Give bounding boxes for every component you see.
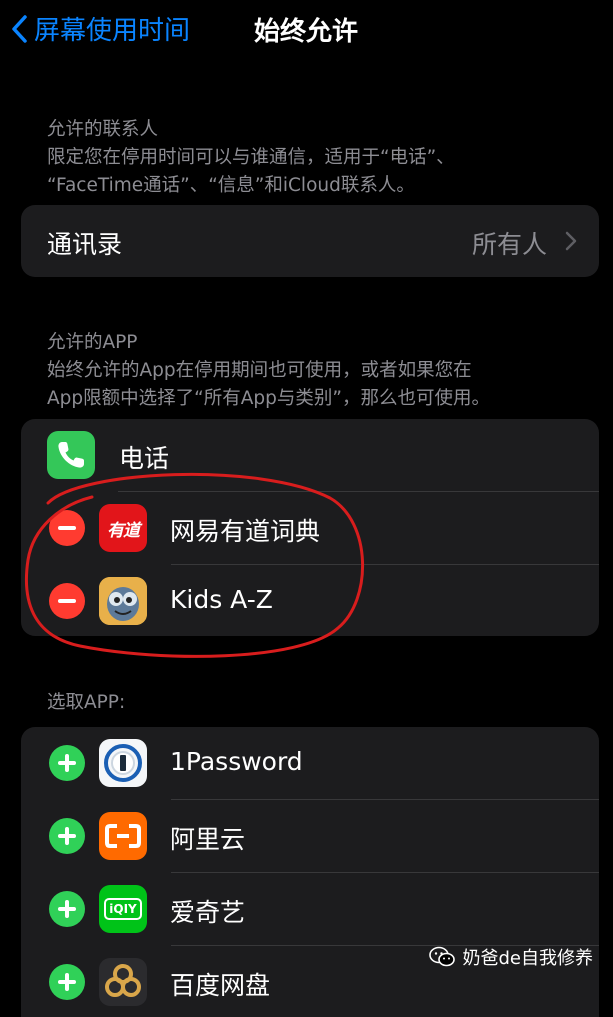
- watermark: 奶爸de自我修养: [428, 944, 594, 970]
- contacts-section-desc-line1: 限定您在停用时间可以与谁通信，适用于“电话”、: [47, 147, 455, 168]
- add-button[interactable]: [49, 818, 85, 854]
- app-label: 电话: [119, 444, 170, 473]
- baidu-netdisk-app-icon: [99, 958, 147, 1006]
- aliyun-logo-icon: [105, 824, 141, 848]
- watermark-text: 奶爸de自我修养: [462, 948, 594, 969]
- list-item[interactable]: 1Password: [21, 727, 599, 800]
- add-button[interactable]: [49, 964, 85, 1000]
- list-item[interactable]: iQIY 爱奇艺: [21, 873, 599, 946]
- contacts-row-value: 所有人: [471, 230, 547, 259]
- app-label: 百度网盘: [170, 971, 271, 1000]
- plus-icon: [58, 754, 76, 772]
- choose-apps-title: 选取APP:: [47, 692, 126, 713]
- app-label: Kids A-Z: [170, 585, 273, 614]
- app-label: 网易有道词典: [170, 517, 321, 546]
- app-label: 1Password: [170, 747, 303, 776]
- page-title: 始终允许: [254, 17, 359, 47]
- 1password-app-icon: [99, 739, 147, 787]
- back-button-label: 屏幕使用时间: [34, 16, 191, 46]
- contacts-section-title: 允许的联系人: [47, 119, 159, 140]
- robot-icon: [99, 577, 147, 625]
- choose-apps-list: 1Password 阿里云 iQIY 爱奇艺 百度网盘: [21, 727, 599, 1017]
- add-button[interactable]: [49, 745, 85, 781]
- remove-button[interactable]: [49, 510, 85, 546]
- navigation-bar: 屏幕使用时间 始终允许: [0, 0, 613, 60]
- allowed-apps-section-header: 允许的APP 始终允许的App在停用期间也可使用，或者如果您在 App限额中选择…: [47, 329, 490, 413]
- remove-button[interactable]: [49, 583, 85, 619]
- contacts-row-label: 通讯录: [47, 230, 123, 259]
- allowed-apps-desc-line2: App限额中选择了“所有App与类别”，那么也可使用。: [47, 388, 490, 409]
- list-item[interactable]: Kids A-Z: [21, 565, 599, 636]
- aliyun-app-icon: [99, 812, 147, 860]
- choose-apps-section-header: 选取APP:: [47, 689, 125, 717]
- app-label: 阿里云: [170, 825, 246, 854]
- plus-icon: [58, 900, 76, 918]
- youdao-app-icon: 有道: [99, 504, 147, 552]
- list-item[interactable]: 阿里云: [21, 800, 599, 873]
- allowed-apps-title: 允许的APP: [47, 332, 138, 353]
- chevron-right-icon: [565, 231, 577, 251]
- contacts-section-desc-line2: “FaceTime通话”、“信息”和iCloud联系人。: [47, 175, 415, 196]
- contacts-section-header: 允许的联系人 限定您在停用时间可以与谁通信，适用于“电话”、 “FaceTime…: [47, 116, 455, 200]
- minus-icon: [58, 599, 76, 603]
- list-item[interactable]: 电话: [21, 419, 599, 492]
- wechat-icon: [428, 946, 455, 967]
- add-button[interactable]: [49, 891, 85, 927]
- iqiyi-icon-text: iQIY: [104, 898, 142, 920]
- phone-icon: [58, 442, 84, 468]
- plus-icon: [58, 973, 76, 991]
- allowed-apps-desc-line1: 始终允许的App在停用期间也可使用，或者如果您在: [47, 360, 472, 381]
- list-item[interactable]: 有道 网易有道词典: [21, 492, 599, 565]
- phone-app-icon: [47, 431, 95, 479]
- app-label: 爱奇艺: [170, 898, 246, 927]
- allowed-apps-list: 电话 有道 网易有道词典 Kids A-Z: [21, 419, 599, 636]
- iqiyi-app-icon: iQIY: [99, 885, 147, 933]
- minus-icon: [58, 526, 76, 530]
- back-button[interactable]: 屏幕使用时间: [10, 10, 190, 47]
- baidu-netdisk-logo-icon: [105, 964, 141, 997]
- kids-az-app-icon: [99, 577, 147, 625]
- keyhole-icon: [104, 744, 142, 782]
- youdao-icon-text: 有道: [107, 520, 140, 541]
- chevron-left-icon: [12, 14, 27, 43]
- contacts-row[interactable]: 通讯录 所有人: [21, 205, 599, 277]
- plus-icon: [58, 827, 76, 845]
